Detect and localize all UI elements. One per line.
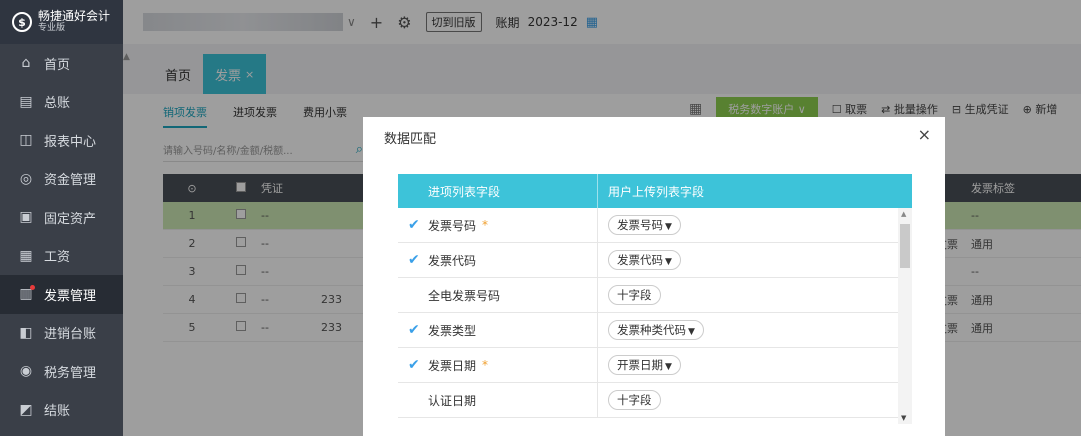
mapping-row: 认证日期 十字段 (398, 383, 912, 418)
sidebar-item-label: 结账 (44, 404, 71, 420)
mapping-row: ✔ 发票日期 * 开票日期 ▼ (398, 348, 912, 383)
brand-logo-icon: $ (12, 12, 32, 32)
mapping-header: 进项列表字段 用户上传列表字段 (398, 174, 912, 208)
sidebar-item[interactable]: ◩ 结账 (0, 391, 123, 430)
scroll-down-arrow-icon[interactable]: ▼ (901, 414, 906, 422)
source-field-label: 全电发票号码 (428, 288, 501, 303)
check-icon: ✔ (408, 322, 420, 338)
sidebar-item[interactable]: ◧ 进销台账 (0, 314, 123, 353)
brand-edition: 专业版 (38, 22, 66, 33)
mapping-row: 全电发票号码 十字段 (398, 278, 912, 313)
mapping-row: ✔ 发票号码 * 发票号码 ▼ (398, 208, 912, 243)
required-marker: * (482, 358, 489, 372)
field-select[interactable]: 开票日期 ▼ (608, 355, 681, 375)
dropdown-arrow-icon: ▼ (665, 362, 672, 372)
sidebar-item[interactable]: ⌂ 首页 (0, 44, 123, 83)
sidebar-item[interactable]: ◉ 税务管理 (0, 352, 123, 391)
field-select[interactable]: 十字段 (608, 390, 661, 410)
sidebar: $ 畅捷通好会计 专业版 ⌂ 首页 ▤ 总账 ◫ 报表中心 ◎ 资金管理 ▣ 固定资产 ▦ 工资 ▥ 发票… (0, 0, 123, 436)
sidebar-item[interactable]: ◎ 资金管理 (0, 160, 123, 199)
field-select[interactable]: 发票号码 ▼ (608, 215, 681, 235)
source-field-label: 发票类型 (428, 323, 477, 338)
source-field-label: 发票号码 (428, 218, 477, 233)
field-mapping-table: 进项列表字段 用户上传列表字段 ✔ 发票号码 * 发票号码 ▼ ✔ 发票代码 发票代码 ▼ 全电发… (398, 174, 912, 424)
asset-icon: ▣ (19, 209, 33, 226)
scroll-up-arrow-icon[interactable]: ▲ (901, 210, 906, 218)
data-match-dialog: 数据匹配 × 进项列表字段 用户上传列表字段 ✔ 发票号码 * 发票号码 ▼ ✔ 发票代码发… (363, 117, 945, 436)
header-upload-field: 用户上传列表字段 (608, 184, 705, 199)
salary-icon: ▦ (19, 247, 33, 264)
invoice-icon: ▥ (19, 286, 33, 303)
mapping-row: ✔ 发票代码 发票代码 ▼ (398, 243, 912, 278)
sidebar-item[interactable]: ◫ 报表中心 (0, 121, 123, 160)
sidebar-item-label: 税务管理 (44, 365, 97, 381)
sidebar-item-label: 资金管理 (44, 173, 97, 189)
check-icon: ✔ (408, 252, 420, 268)
field-select[interactable]: 发票种类代码 ▼ (608, 320, 704, 340)
sidebar-item[interactable]: ▣ 固定资产 (0, 198, 123, 237)
sidebar-item[interactable]: ▤ 总账 (0, 83, 123, 122)
brand-name: 畅捷通好会计 (38, 9, 111, 24)
sidebar-item-label: 进销台账 (44, 327, 97, 343)
required-marker: * (482, 218, 489, 232)
ledger-icon: ▤ (19, 93, 33, 110)
source-field-label: 发票代码 (428, 253, 477, 268)
check-icon: ✔ (408, 217, 420, 233)
tax-icon: ◉ (19, 363, 33, 380)
home-icon: ⌂ (21, 55, 31, 72)
money-icon: ◎ (19, 170, 33, 187)
header-source-field: 进项列表字段 (398, 174, 598, 208)
sidebar-item-label: 工资 (44, 250, 71, 266)
source-field-label: 发票日期 (428, 358, 477, 373)
dialog-title: 数据匹配 (384, 132, 437, 147)
sidebar-item-label: 报表中心 (44, 134, 97, 150)
inventory-icon: ◧ (19, 324, 33, 341)
brand: $ 畅捷通好会计 专业版 (0, 0, 123, 44)
field-select[interactable]: 发票代码 ▼ (608, 250, 681, 270)
check-icon: ✔ (408, 357, 420, 373)
sidebar-item-label: 总账 (44, 96, 71, 112)
scrollbar[interactable]: ▲ ▼ (898, 208, 912, 424)
chart-icon: ◫ (19, 132, 33, 149)
sidebar-nav: ⌂ 首页 ▤ 总账 ◫ 报表中心 ◎ 资金管理 ▣ 固定资产 ▦ 工资 ▥ 发票管理 ◧ 进销台账 ◉ 税务管理 ◩… (0, 44, 123, 429)
mapping-row: ✔ 发票类型 发票种类代码 ▼ (398, 313, 912, 348)
sidebar-item-label: 固定资产 (44, 211, 97, 227)
source-field-label: 认证日期 (428, 393, 477, 408)
close-icon[interactable]: × (918, 125, 931, 144)
sidebar-item[interactable]: ▦ 工资 (0, 237, 123, 276)
dropdown-arrow-icon: ▼ (665, 222, 672, 232)
sidebar-item-label: 发票管理 (44, 288, 97, 304)
dropdown-arrow-icon: ▼ (688, 327, 695, 337)
sidebar-item-label: 首页 (44, 57, 71, 73)
field-select[interactable]: 十字段 (608, 285, 661, 305)
sidebar-item[interactable]: ▥ 发票管理 (0, 275, 123, 314)
close-account-icon: ◩ (19, 401, 33, 418)
scrollbar-thumb[interactable] (900, 224, 910, 268)
dropdown-arrow-icon: ▼ (665, 257, 672, 267)
